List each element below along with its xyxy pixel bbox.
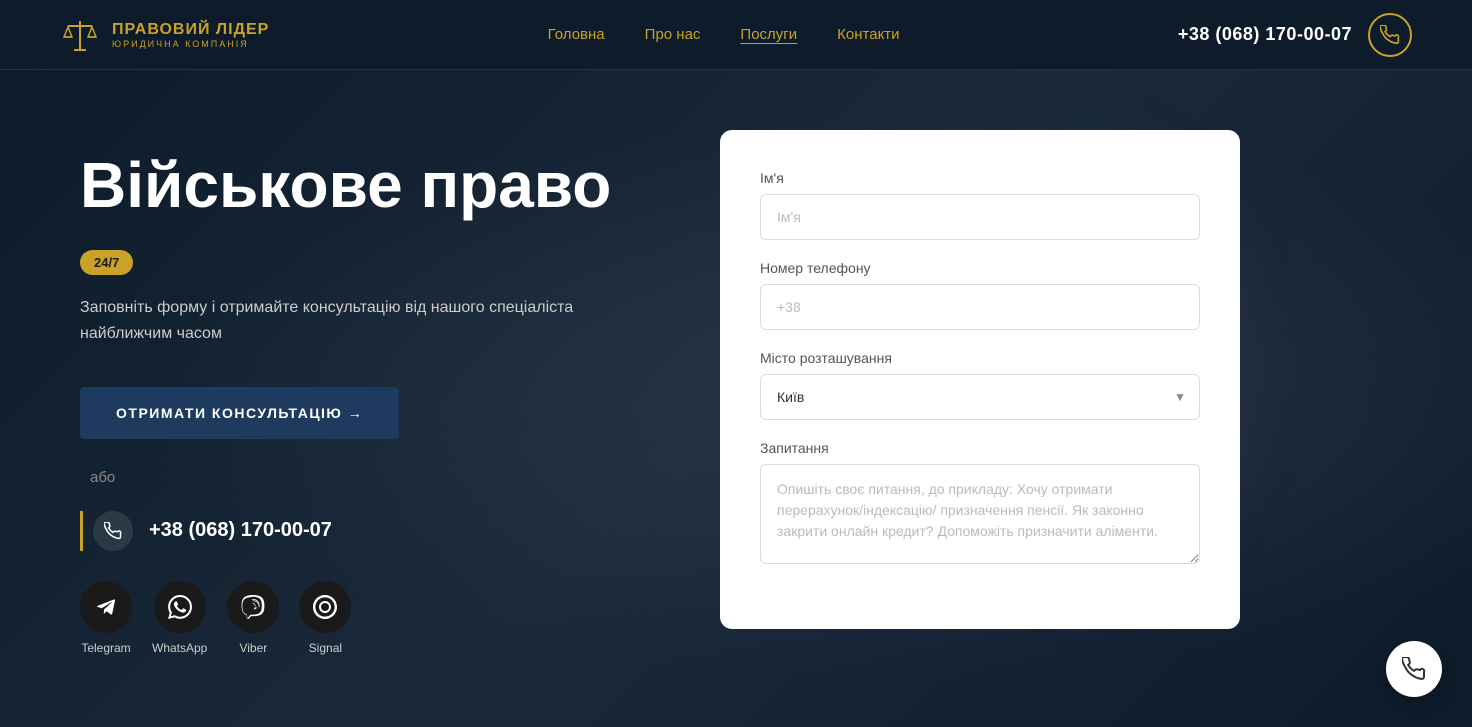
hero-content: Військове право 24/7 Заповніть форму і о… — [0, 70, 1472, 727]
hero-phone-number: +38 (068) 170-00-07 — [149, 519, 332, 542]
nav-services[interactable]: Послуги — [740, 26, 797, 43]
nav-home[interactable]: Головна — [548, 26, 605, 43]
nav-about[interactable]: Про нас — [645, 26, 701, 43]
city-group: Місто розташування Київ Харків Одеса Дні… — [760, 350, 1200, 420]
header-phone-button[interactable] — [1368, 13, 1412, 57]
social-signal[interactable]: Signal — [299, 581, 351, 655]
phone-icon-wrapper — [93, 511, 133, 551]
floating-phone-icon — [1402, 657, 1426, 681]
social-whatsapp[interactable]: WhatsApp — [152, 581, 207, 655]
whatsapp-icon-circle — [154, 581, 206, 633]
question-label: Запитання — [760, 440, 1200, 456]
nav-contacts[interactable]: Контакти — [837, 26, 899, 43]
header-phone: +38 (068) 170-00-07 — [1178, 24, 1352, 45]
or-text: або — [90, 469, 660, 486]
phone-group: Номер телефону — [760, 260, 1200, 330]
hero-description: Заповніть форму і отримайте консультацію… — [80, 295, 660, 346]
whatsapp-label: WhatsApp — [152, 641, 207, 655]
logo-title: ПРАВОВИЙ ЛІДЕР — [112, 21, 269, 39]
city-label: Місто розташування — [760, 350, 1200, 366]
viber-label: Viber — [239, 641, 267, 655]
signal-icon — [313, 595, 337, 619]
availability-badge: 24/7 — [80, 250, 133, 275]
phone-input[interactable] — [760, 284, 1200, 330]
header: ПРАВОВИЙ ЛІДЕР ЮРИДИЧНА КОМПАНІЯ Головна… — [0, 0, 1472, 70]
header-right: +38 (068) 170-00-07 — [1178, 13, 1412, 57]
phone-label: Номер телефону — [760, 260, 1200, 276]
whatsapp-icon — [168, 595, 192, 619]
logo[interactable]: ПРАВОВИЙ ЛІДЕР ЮРИДИЧНА КОМПАНІЯ — [60, 15, 269, 55]
hero-left: Військове право 24/7 Заповніть форму і о… — [80, 130, 660, 655]
viber-icon — [241, 595, 265, 619]
signal-icon-circle — [299, 581, 351, 633]
social-row: Telegram WhatsApp — [80, 581, 660, 655]
name-input[interactable] — [760, 194, 1200, 240]
phone-hero-icon — [104, 522, 122, 540]
phone-icon — [1380, 25, 1400, 45]
telegram-icon-circle — [80, 581, 132, 633]
telegram-icon — [94, 595, 118, 619]
question-textarea[interactable] — [760, 464, 1200, 564]
hero-title: Військове право — [80, 150, 660, 220]
hero-right: Ім'я Номер телефону Місто розташування К… — [720, 130, 1240, 629]
city-select-wrapper: Київ Харків Одеса Дніпро Львів ▼ — [760, 374, 1200, 420]
hero-section: Військове право 24/7 Заповніть форму і о… — [0, 70, 1472, 727]
telegram-label: Telegram — [81, 641, 130, 655]
consultation-form: Ім'я Номер телефону Місто розташування К… — [720, 130, 1240, 629]
social-telegram[interactable]: Telegram — [80, 581, 132, 655]
floating-phone-button[interactable] — [1386, 641, 1442, 697]
logo-icon — [60, 15, 100, 55]
cta-consultation-button[interactable]: ОТРИМАТИ КОНСУЛЬТАЦІЮ → — [80, 387, 399, 439]
logo-text: ПРАВОВИЙ ЛІДЕР ЮРИДИЧНА КОМПАНІЯ — [112, 21, 269, 49]
phone-row: +38 (068) 170-00-07 — [80, 511, 660, 551]
logo-subtitle: ЮРИДИЧНА КОМПАНІЯ — [112, 39, 269, 49]
name-label: Ім'я — [760, 170, 1200, 186]
viber-icon-circle — [227, 581, 279, 633]
city-select[interactable]: Київ Харків Одеса Дніпро Львів — [760, 374, 1200, 420]
signal-label: Signal — [309, 641, 342, 655]
name-group: Ім'я — [760, 170, 1200, 240]
social-viber[interactable]: Viber — [227, 581, 279, 655]
main-nav: Головна Про нас Послуги Контакти — [548, 26, 900, 43]
question-group: Запитання — [760, 440, 1200, 569]
